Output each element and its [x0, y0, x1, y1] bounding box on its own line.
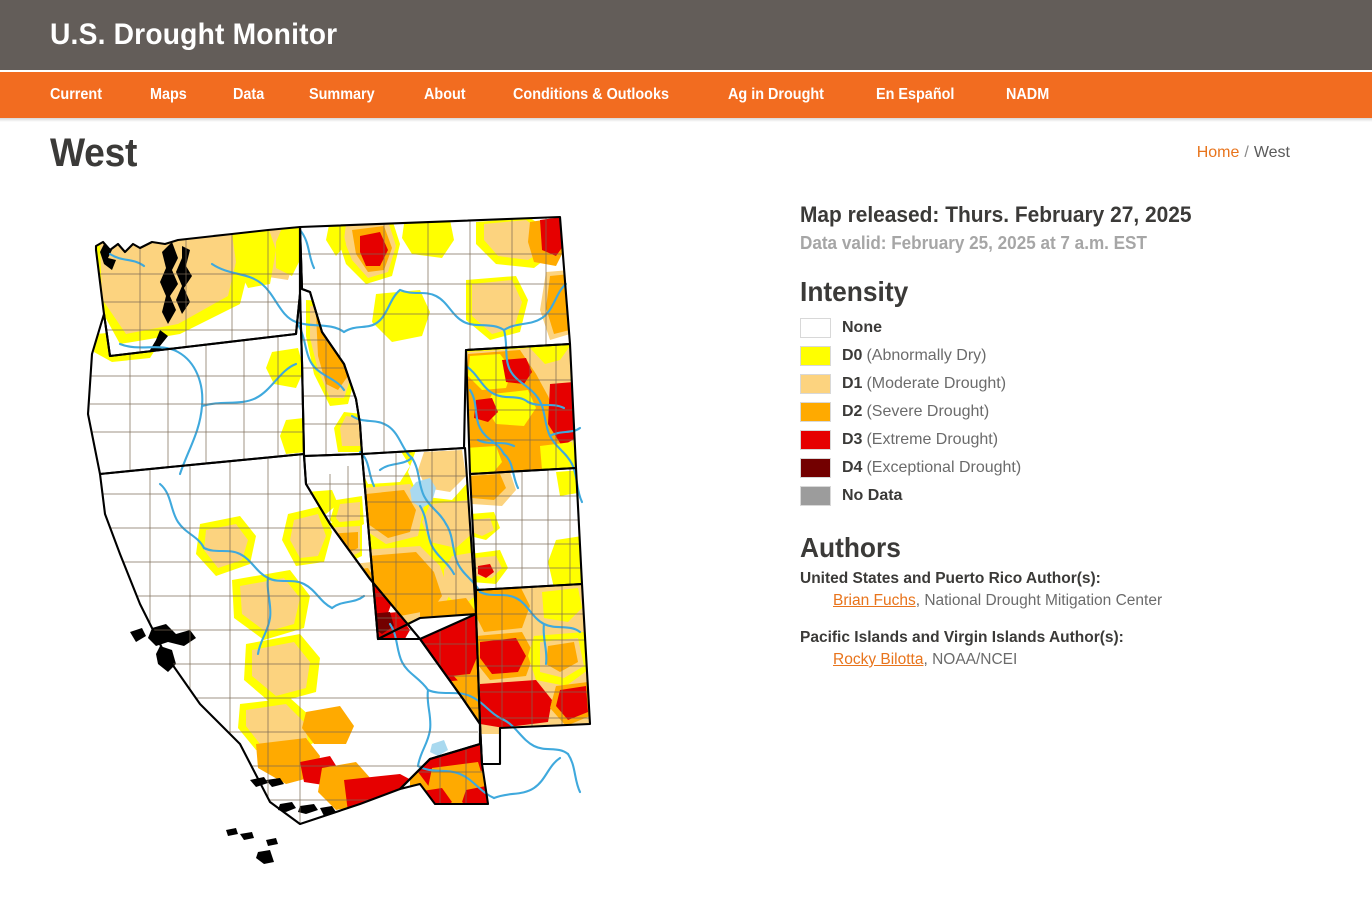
legend-desc-d2: (Severe Drought) — [866, 403, 990, 420]
author-group-pacific-vi: Pacific Islands and Virgin Islands Autho… — [800, 629, 1212, 669]
legend-desc-d1: (Moderate Drought) — [866, 375, 1007, 392]
nav-item-conditions-outlooks[interactable]: Conditions & Outlooks — [513, 86, 669, 104]
nav-item-summary[interactable]: Summary — [309, 86, 375, 104]
nav-item-maps[interactable]: Maps — [150, 86, 187, 104]
intensity-heading: Intensity — [800, 276, 909, 307]
map-info-panel: Map released: Thurs. February 27, 2025 D… — [800, 184, 1212, 904]
map-released-date: Map released: Thurs. February 27, 2025 — [800, 202, 1192, 227]
breadcrumb-home[interactable]: Home — [1197, 144, 1240, 161]
map-valid-date: Data valid: February 25, 2025 at 7 a.m. … — [800, 233, 1147, 253]
authors-spacer — [800, 610, 1212, 625]
state-fill-colorado — [470, 468, 582, 590]
legend-code-d2: D2 — [842, 403, 863, 420]
legend-desc-d0: (Abnormally Dry) — [866, 347, 987, 364]
nav-item-about[interactable]: About — [424, 86, 466, 104]
drought-map-svg[interactable] — [0, 184, 800, 904]
main-nav: Current Maps Data Summary About Conditio… — [0, 72, 1372, 118]
author-group-label-pacific-vi: Pacific Islands and Virgin Islands Autho… — [800, 629, 1124, 646]
legend-desc-d3: (Extreme Drought) — [866, 431, 999, 448]
legend-item-d1[interactable]: D1 (Moderate Drought) — [800, 370, 1212, 398]
nav-item-en-espanol[interactable]: En Español — [876, 86, 954, 104]
legend-swatch-no-data — [800, 486, 831, 506]
author-group-label-us-pr: United States and Puerto Rico Author(s): — [800, 570, 1101, 587]
legend-item-d0[interactable]: D0 (Abnormally Dry) — [800, 342, 1212, 370]
legend-swatch-none — [800, 318, 831, 338]
map-layers — [86, 215, 592, 864]
breadcrumb-current: West — [1253, 144, 1290, 161]
legend-code-d1: D1 — [842, 375, 863, 392]
content-area: Map released: Thurs. February 27, 2025 D… — [0, 184, 1372, 904]
state-fill-wyoming — [466, 344, 576, 474]
author-line-pacific-vi: Rocky Bilotta, NOAA/NCEI — [800, 651, 1212, 669]
page-title-row: West Home / West — [0, 122, 1372, 184]
legend-code-d3: D3 — [842, 431, 863, 448]
author-affiliation-pacific-vi: , NOAA/NCEI — [923, 651, 1018, 668]
legend-swatch-d1 — [800, 374, 831, 394]
legend-item-no-data[interactable]: No Data — [800, 482, 1212, 510]
legend-swatch-d3 — [800, 430, 831, 450]
authors-heading: Authors — [800, 532, 901, 563]
site-title: U.S. Drought Monitor — [50, 18, 338, 51]
legend-swatch-d4 — [800, 458, 831, 478]
nav-item-data[interactable]: Data — [233, 86, 264, 104]
author-affiliation-us-pr: , National Drought Mitigation Center — [915, 592, 1163, 609]
author-link-brian-fuchs[interactable]: Brian Fuchs — [833, 592, 916, 609]
legend-label-no-data: No Data — [842, 487, 903, 504]
breadcrumb: Home / West — [1197, 144, 1290, 162]
site-header: U.S. Drought Monitor — [0, 0, 1372, 70]
drought-map-container[interactable] — [0, 184, 800, 904]
page-title: West — [50, 130, 138, 175]
legend-label-none: None — [842, 319, 882, 336]
author-group-us-pr: United States and Puerto Rico Author(s):… — [800, 570, 1212, 610]
legend-item-d4[interactable]: D4 (Exceptional Drought) — [800, 454, 1212, 482]
legend-swatch-d2 — [800, 402, 831, 422]
legend-swatch-d0 — [800, 346, 831, 366]
nav-item-ag-in-drought[interactable]: Ag in Drought — [728, 86, 824, 104]
legend-item-d2[interactable]: D2 (Severe Drought) — [800, 398, 1212, 426]
legend-desc-d4: (Exceptional Drought) — [866, 459, 1022, 476]
author-line-us-pr: Brian Fuchs, National Drought Mitigation… — [800, 592, 1212, 610]
legend-code-d4: D4 — [842, 459, 863, 476]
legend-code-d0: D0 — [842, 347, 863, 364]
legend-item-none[interactable]: None — [800, 314, 1212, 342]
author-link-rocky-bilotta[interactable]: Rocky Bilotta — [833, 651, 923, 668]
breadcrumb-separator: / — [1244, 144, 1249, 161]
legend-item-d3[interactable]: D3 (Extreme Drought) — [800, 426, 1212, 454]
nav-item-nadm[interactable]: NADM — [1006, 86, 1049, 104]
nav-item-current[interactable]: Current — [50, 86, 102, 104]
